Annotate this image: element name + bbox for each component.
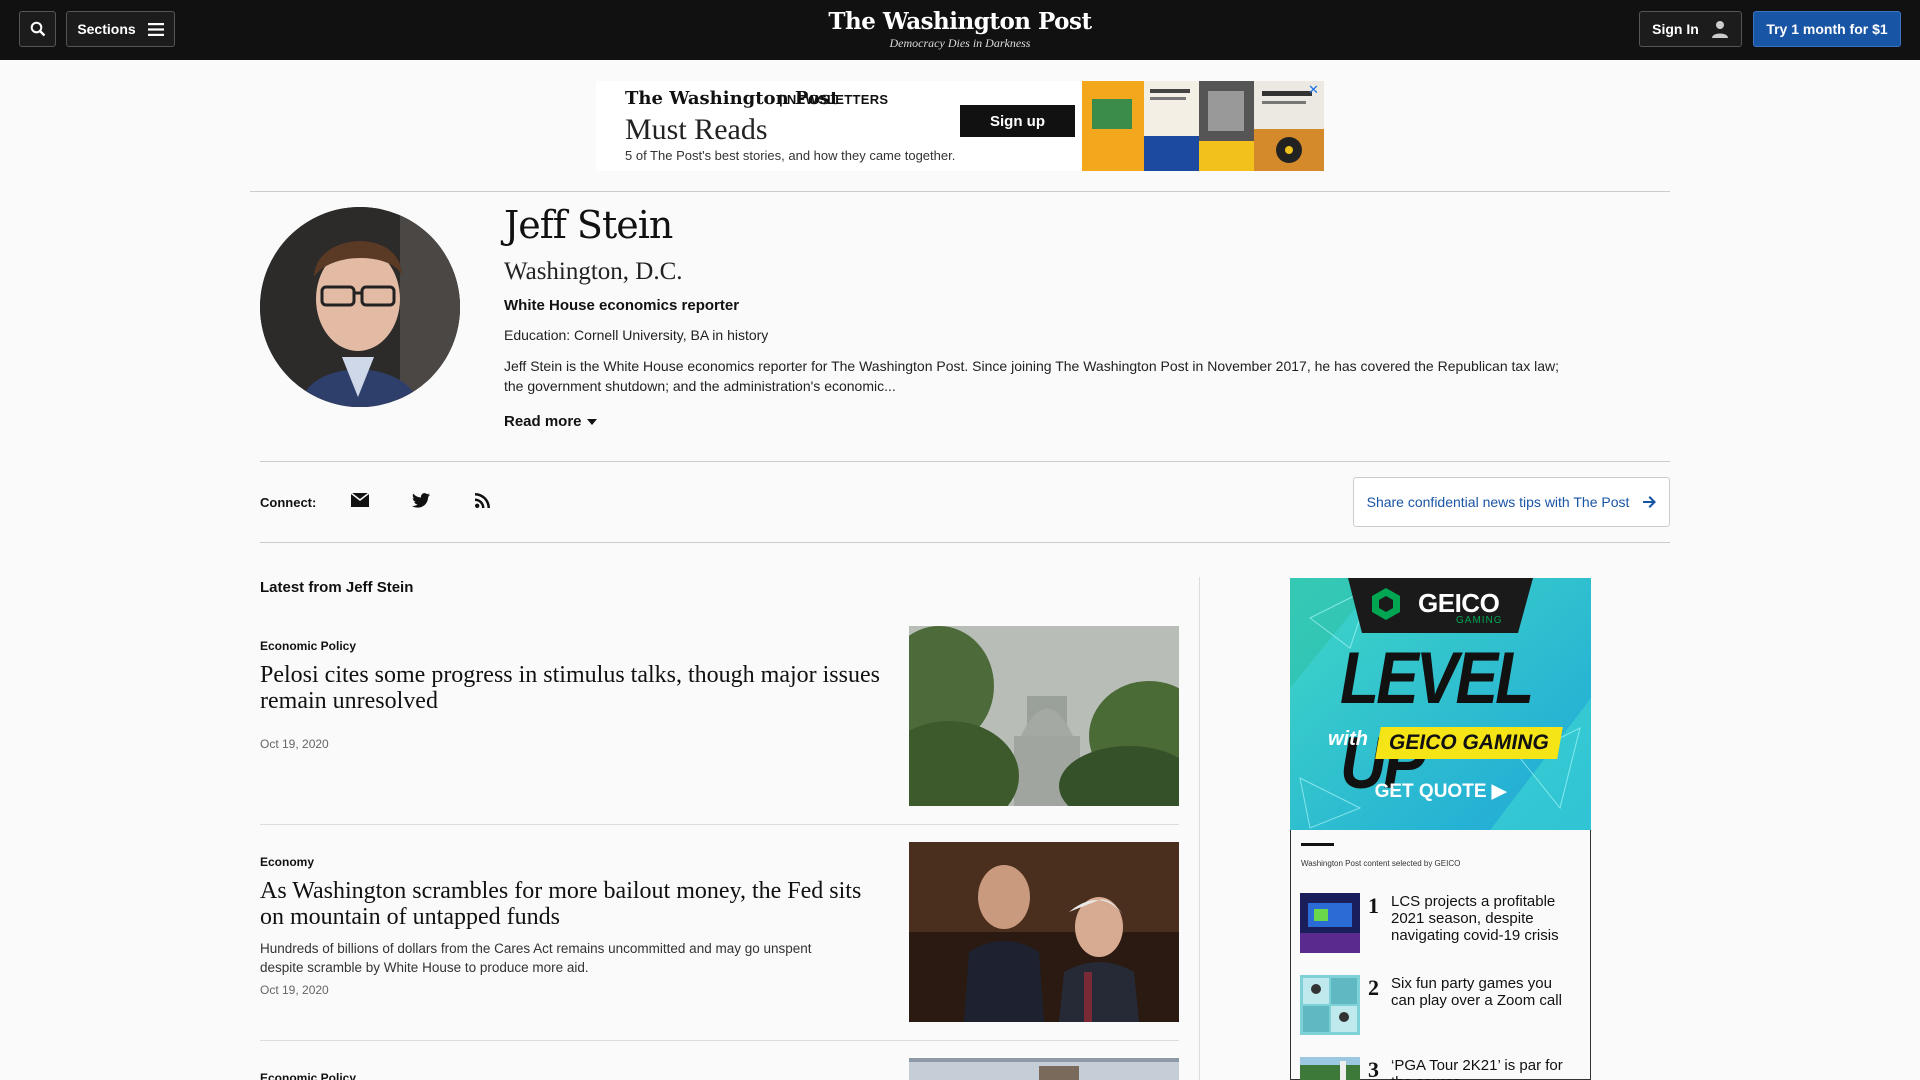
sponsored-item-number: 3 [1368,1057,1379,1080]
subscribe-trial-button[interactable]: Try 1 month for $1 [1753,11,1901,47]
geico-ad[interactable]: GEICO GAMING LEVEL UP with GEICO GAMING … [1290,578,1591,830]
masthead-tagline: Democracy Dies in Darkness [889,36,1031,50]
sign-in-label: Sign In [1652,21,1699,37]
read-more-label: Read more [504,413,582,430]
story-date: Oct 19, 2020 [260,983,329,997]
arrow-right-icon [1643,496,1657,508]
story-blurb: Hundreds of billions of dollars from the… [260,941,812,975]
connect-divider [260,542,1670,543]
author-photo [260,207,460,407]
officials-hearing-image [909,842,1179,1022]
sponsored-item-title[interactable]: Six fun party games you can play over a … [1391,975,1571,1009]
story-kicker[interactable]: Economy [260,855,314,869]
sponsored-item-title[interactable]: LCS projects a profitable 2021 season, d… [1391,893,1571,944]
envelope-icon [351,493,369,507]
story-date: Oct 19, 2020 [260,737,329,751]
user-icon [1711,21,1728,38]
column-divider [1199,577,1200,1080]
caret-down-icon [586,418,597,425]
newsletter-collage-image [1082,81,1324,171]
news-tips-button[interactable]: Share confidential news tips with The Po… [1353,477,1670,527]
story-thumbnail[interactable] [909,842,1179,1022]
latest-heading: Latest from Jeff Stein [260,579,414,596]
rss-icon [474,492,490,508]
sponsored-credit: Washington Post content selected by GEIC… [1301,859,1461,868]
twitter-icon [412,492,430,508]
author-avatar [260,207,460,407]
geico-brand-sub: GAMING [1456,615,1503,626]
twitter-link[interactable] [410,490,432,510]
search-button[interactable] [19,11,56,47]
story-thumbnail[interactable] [909,626,1179,806]
author-divider [260,461,1670,462]
sections-menu-button[interactable]: Sections [66,11,175,47]
masthead-logo[interactable]: The Washington Post Democracy Dies in Da… [760,8,1160,51]
author-title: White House economics reporter [504,297,740,314]
story-thumbnail[interactable] [909,1058,1179,1080]
sponsored-item-thumbnail[interactable] [1300,893,1360,953]
sponsored-item-thumbnail[interactable] [1300,975,1360,1035]
sponsored-item-number: 2 [1368,975,1379,1000]
story-divider [260,824,1179,825]
hamburger-icon [147,22,164,36]
capitol-fog-image [909,626,1179,806]
author-bio: Jeff Stein is the White House economics … [504,358,1559,394]
top-navigation-bar: Sections The Washington Post Democracy D… [0,0,1920,60]
geico-with: with [1328,728,1368,750]
zoom-call-image [1300,975,1360,1035]
sections-label: Sections [77,21,136,37]
sign-in-button[interactable]: Sign In [1639,11,1742,47]
sponsored-item-title[interactable]: ‘PGA Tour 2K21’ is par for the course [1391,1057,1571,1080]
author-location: Washington, D.C. [504,258,683,285]
story-3-image [909,1058,1179,1080]
ad-section-label: | NEWSLETTERS [779,92,889,107]
story-kicker[interactable]: Economic Policy [260,639,356,653]
author-name: Jeff Stein [504,203,673,247]
golf-game-image [1300,1057,1360,1080]
ad-close-icon[interactable]: ✕ [1308,82,1319,98]
top-divider [250,191,1670,192]
ad-signup-button[interactable]: Sign up [960,105,1075,137]
connect-label: Connect: [260,495,317,510]
geico-cta[interactable]: GET QUOTE ▶ [1290,780,1591,803]
ad-headline: Must Reads [625,113,768,146]
story-headline[interactable]: As Washington scrambles for more bailout… [260,878,880,930]
sponsored-item-number: 1 [1368,893,1379,918]
story-headline[interactable]: Pelosi cites some progress in stimulus t… [260,662,880,714]
news-tips-label: Share confidential news tips with The Po… [1366,494,1630,510]
esports-arena-image [1300,893,1360,953]
sponsored-item-thumbnail[interactable] [1300,1057,1360,1080]
sponsored-list-rule [1301,843,1334,846]
search-icon [30,21,45,37]
rss-link[interactable] [471,490,493,510]
story-divider [260,1040,1179,1041]
read-more-button[interactable]: Read more [504,413,597,430]
story-kicker[interactable]: Economic Policy [260,1071,356,1080]
author-education: Education: Cornell University, BA in his… [504,327,769,343]
washington-post-logo[interactable]: The Washington Post [760,8,1160,35]
geico-headline-2: GEICO GAMING [1375,727,1563,759]
ad-subtext: 5 of The Post's best stories, and how th… [625,148,956,163]
email-link[interactable] [349,490,371,510]
newsletter-ad-banner[interactable]: The Washington Post | NEWSLETTERS Must R… [596,81,1324,171]
